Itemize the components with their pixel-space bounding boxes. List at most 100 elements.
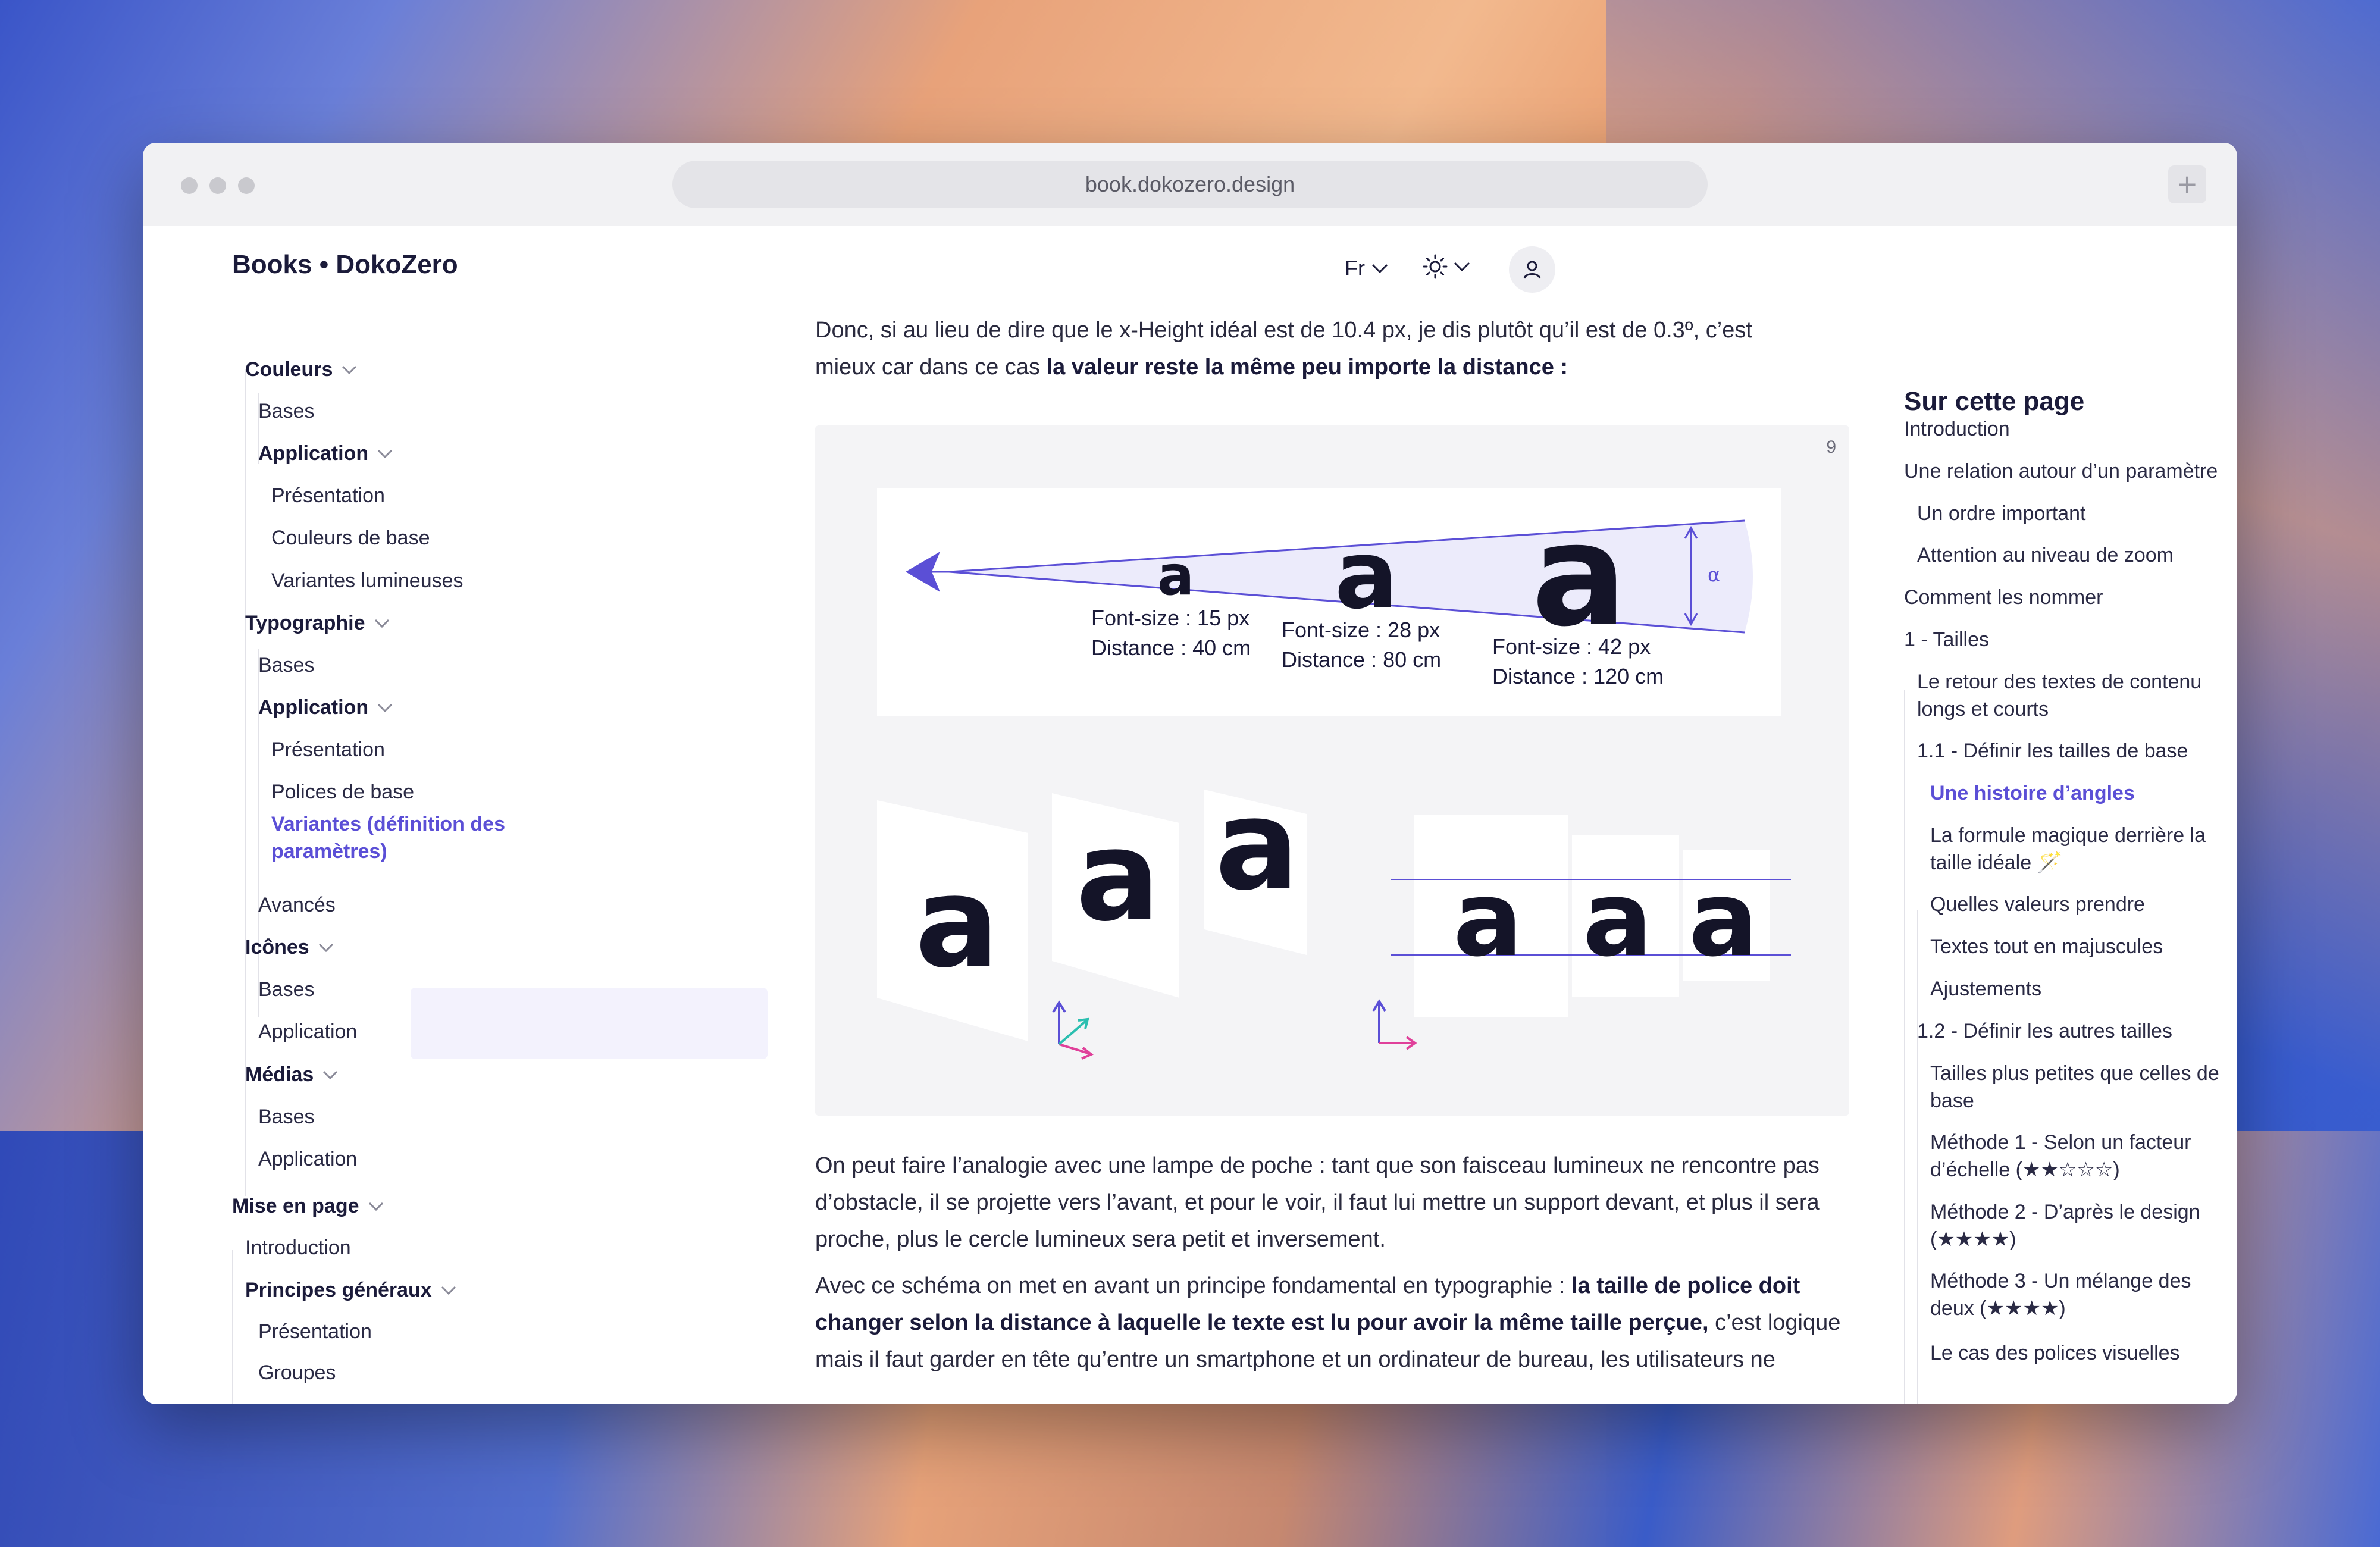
sidebar-item-label: Variantes lumineuses: [271, 569, 464, 592]
sidebar-item-présentation[interactable]: Présentation: [271, 484, 385, 508]
toc-item[interactable]: Méthode 3 - Un mélange des deux (★★★★): [1930, 1267, 2225, 1322]
intro-paragraph: Donc, si au lieu de dire que le x-Height…: [815, 315, 1850, 386]
intro-emphasis: la valeur reste la même peu importe la d…: [1046, 355, 1568, 380]
toc-item[interactable]: 1 - Tailles: [1904, 626, 2225, 653]
flat-glyph-1: a: [1453, 859, 1523, 980]
perspective-glyph-2: a: [1076, 803, 1160, 949]
chevron-down-icon: [323, 1070, 338, 1079]
sidebar-item-bases[interactable]: Bases: [258, 978, 315, 1001]
sidebar-item-bases[interactable]: Bases: [258, 400, 315, 423]
sample-1-font-size: Font-size : 15 px: [1091, 606, 1250, 630]
toc-item[interactable]: Comment les nommer: [1904, 584, 2225, 611]
sidebar-item-label: Principes généraux: [245, 1279, 432, 1301]
sidebar-item-variantes-lumineuses[interactable]: Variantes lumineuses: [271, 569, 464, 593]
chevron-down-icon: [1371, 264, 1388, 274]
theme-selector[interactable]: [1422, 253, 1471, 280]
intro-line-2: mieux car dans ce cas: [815, 355, 1047, 380]
toc-item[interactable]: Textes tout en majuscules: [1930, 933, 2225, 960]
sidebar-item-couleurs-de-base[interactable]: Couleurs de base: [271, 527, 430, 550]
sidebar-item-label: Présentation: [271, 738, 385, 761]
browser-window: book.dokozero.design + Books • DokoZero …: [143, 143, 2237, 1404]
sidebar-item-application[interactable]: Application: [258, 1020, 357, 1044]
sidebar-item-médias[interactable]: Médias: [245, 1063, 339, 1086]
sidebar-item-label: Présentation: [271, 484, 385, 507]
language-selector[interactable]: Fr: [1345, 256, 1389, 281]
toc-item[interactable]: Le cas des polices visuelles: [1930, 1339, 2225, 1367]
toc-item[interactable]: Attention au niveau de zoom: [1917, 541, 2225, 569]
sidebar-item-label: Variantes (définition des paramètres): [271, 813, 505, 863]
toc-item[interactable]: Un ordre important: [1917, 500, 2225, 527]
toc-item[interactable]: Une histoire d’angles: [1930, 779, 2225, 807]
axes-2d-icon: [1372, 999, 1417, 1050]
principle-text-a: Avec ce schéma on met en avant un princi…: [815, 1273, 1571, 1298]
toc-item[interactable]: Méthode 2 - D’après le design (★★★★): [1930, 1198, 2225, 1253]
maximize-window-button[interactable]: [238, 177, 255, 194]
sidebar-item-label: Présentation: [258, 1320, 372, 1343]
sidebar-item-polices-de-base[interactable]: Polices de base: [271, 781, 414, 804]
site-brand[interactable]: Books • DokoZero: [232, 250, 458, 280]
toc-item[interactable]: Introduction: [1904, 415, 2225, 443]
sidebar-item-application[interactable]: Application: [258, 442, 393, 465]
sidebar-item-groupes[interactable]: Groupes: [258, 1361, 336, 1385]
sidebar-item-typographie[interactable]: Typographie: [245, 612, 390, 635]
chevron-down-icon: [441, 1286, 456, 1295]
minimize-window-button[interactable]: [209, 177, 226, 194]
sidebar-item-label: Typographie: [245, 612, 365, 634]
sidebar-item-label: Polices de base: [271, 781, 415, 803]
chevron-down-icon: [1454, 262, 1470, 272]
glyph-small: a: [1157, 544, 1194, 607]
sidebar-item-bases[interactable]: Bases: [258, 1106, 315, 1129]
sidebar-item-label: Icônes: [245, 936, 309, 959]
sidebar-item-label: Application: [258, 442, 369, 465]
sidebar-item-application[interactable]: Application: [258, 696, 393, 719]
toc-item[interactable]: 1.2 - Définir les autres tailles: [1917, 1017, 2225, 1045]
close-window-button[interactable]: [181, 177, 198, 194]
flat-glyph-2: a: [1583, 859, 1652, 980]
toc-item[interactable]: Le retour des textes de contenu longs et…: [1917, 668, 2225, 723]
toc-guide-line: [1917, 910, 1918, 1404]
sidebar-item-avancés[interactable]: Avancés: [258, 894, 336, 917]
sidebar-item-label: Médias: [245, 1063, 314, 1086]
address-bar[interactable]: book.dokozero.design: [672, 161, 1708, 208]
sidebar-item-introduction[interactable]: Introduction: [245, 1236, 351, 1260]
sidebar-item-présentation[interactable]: Présentation: [271, 738, 385, 762]
article-content: Donc, si au lieu de dire que le x-Height…: [815, 315, 1850, 1404]
sidebar-item-bases[interactable]: Bases: [258, 654, 315, 677]
sidebar-item-icônes[interactable]: Icônes: [245, 936, 334, 959]
toc-item[interactable]: Ajustements: [1930, 975, 2225, 1003]
toc-item[interactable]: Une relation autour d’un paramètre: [1904, 458, 2225, 485]
toc-item[interactable]: La formule magique derrière la taille id…: [1930, 822, 2225, 876]
axes-3d-icon: [1052, 1000, 1094, 1060]
toc-item[interactable]: Méthode 1 - Selon un facteur d’échelle (…: [1930, 1129, 2225, 1183]
sidebar-item-mise-en-page[interactable]: Mise en page: [232, 1195, 384, 1218]
nav-guide-line: [232, 1250, 233, 1404]
figure-illustration: α a a a Font-size : 15 px Distance : 40 …: [877, 488, 1791, 1060]
sidebar-item-principes-généraux[interactable]: Principes généraux: [245, 1279, 457, 1302]
toc-item[interactable]: 1.1 - Définir les tailles de base: [1917, 737, 2225, 765]
toc-guide-line: [1904, 690, 1905, 1404]
chevron-down-icon: [318, 943, 333, 952]
sun-icon: [1423, 254, 1448, 279]
chevron-down-icon: [368, 1202, 383, 1211]
sidebar-item-label: Avancés: [258, 894, 336, 916]
sample-1-distance: Distance : 40 cm: [1091, 635, 1251, 660]
intro-line-1: Donc, si au lieu de dire que le x-Height…: [815, 318, 1752, 343]
sidebar-item-présentation[interactable]: Présentation: [258, 1320, 372, 1344]
glyph-large: a: [1532, 493, 1627, 658]
language-label: Fr: [1345, 256, 1365, 280]
sidebar-item-application[interactable]: Application: [258, 1148, 357, 1171]
figure-number: 9: [1826, 437, 1836, 457]
browser-titlebar: book.dokozero.design +: [143, 143, 2237, 226]
toc-item[interactable]: Tailles plus petites que celles de base: [1930, 1060, 2225, 1114]
sidebar-item-couleurs[interactable]: Couleurs: [245, 358, 358, 381]
sidebar-item-variantes-définition-des-paramètres[interactable]: Variantes (définition des paramètres): [271, 810, 605, 865]
site-header: Books • DokoZero Fr: [143, 226, 2237, 315]
toc-title: Sur cette page: [1904, 387, 2085, 416]
user-account-button[interactable]: [1509, 246, 1555, 293]
plus-icon: +: [2177, 165, 2197, 203]
toc-item[interactable]: Quelles valeurs prendre: [1930, 891, 2225, 918]
sample-3-font-size: Font-size : 42 px: [1492, 634, 1651, 659]
sidebar-item-label: Couleurs: [245, 358, 333, 381]
new-tab-button[interactable]: +: [2168, 165, 2206, 203]
glyph-medium: a: [1335, 521, 1398, 630]
